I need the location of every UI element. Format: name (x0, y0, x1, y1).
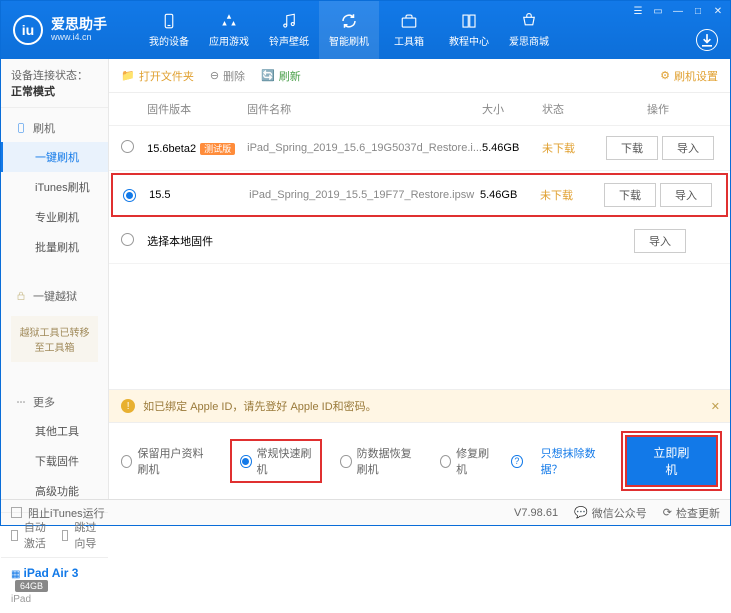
close-icon[interactable]: ✕ (711, 400, 720, 413)
close-icon[interactable]: ✕ (712, 5, 724, 17)
maximize-icon[interactable]: □ (692, 5, 704, 17)
mode-repair[interactable]: 修复刷机 (440, 445, 493, 477)
logo-icon: iu (13, 15, 43, 45)
app-icon (220, 12, 238, 30)
logo: iu 爱思助手 www.i4.cn (1, 15, 119, 45)
delete-icon: ⊖ (210, 69, 219, 82)
more-icon (15, 396, 27, 408)
update-icon: ⟳ (663, 506, 672, 519)
table-header: 固件版本 固件名称 大小 状态 操作 (109, 93, 730, 126)
mode-anti-recovery[interactable]: 防数据恢复刷机 (340, 445, 422, 477)
block-itunes-checkbox[interactable] (11, 507, 22, 518)
sidebar-item-download[interactable]: 下载固件 (1, 446, 108, 476)
auto-activate-checkbox[interactable] (11, 530, 18, 541)
phone-icon (160, 12, 178, 30)
beta-tag: 测试版 (200, 143, 235, 155)
nav-apps[interactable]: 应用游戏 (199, 1, 259, 59)
flash-icon (15, 122, 27, 134)
device-icon: ▦ (11, 569, 20, 580)
cart-icon (520, 12, 538, 30)
sidebar-item-other[interactable]: 其他工具 (1, 416, 108, 446)
main-nav: 我的设备 应用游戏 铃声壁纸 智能刷机 工具箱 教程中心 爱思商城 (139, 1, 559, 59)
titlebar: iu 爱思助手 www.i4.cn 我的设备 应用游戏 铃声壁纸 智能刷机 工具… (1, 1, 730, 59)
lock-icon (15, 290, 27, 302)
sidebar-hdr-more[interactable]: 更多 (1, 388, 108, 416)
connection-status: 设备连接状态：正常模式 (1, 59, 108, 108)
skip-guide-checkbox[interactable] (62, 530, 69, 541)
main-panel: 📁打开文件夹 ⊖删除 🔄刷新 ⚙刷机设置 固件版本 固件名称 大小 状态 操作 … (109, 59, 730, 499)
refresh-icon: 🔄 (261, 69, 275, 82)
help-icon[interactable]: ? (511, 455, 522, 468)
flash-modes: 保留用户资料刷机 常规快速刷机 防数据恢复刷机 修复刷机 ? 只想抹除数据？ 立… (109, 422, 730, 499)
wechat-icon: 💬 (574, 506, 588, 519)
sidebar-item-batch[interactable]: 批量刷机 (1, 232, 108, 262)
local-firmware-row[interactable]: 选择本地固件 导入 (109, 219, 730, 264)
download-icon[interactable] (696, 29, 718, 51)
menu-icon[interactable]: ☰ (632, 5, 644, 17)
flash-now-button[interactable]: 立即刷机 (625, 435, 718, 487)
import-button[interactable]: 导入 (660, 183, 712, 207)
sidebar-item-itunes[interactable]: iTunes刷机 (1, 172, 108, 202)
table-row[interactable]: 15.6beta2测试版 iPad_Spring_2019_15.6_19G50… (109, 126, 730, 171)
toolbox-icon (400, 12, 418, 30)
storage-badge: 64GB (15, 580, 48, 592)
nav-store[interactable]: 爱思商城 (499, 1, 559, 59)
nav-toolbox[interactable]: 工具箱 (379, 1, 439, 59)
skin-icon[interactable]: ▭ (652, 5, 664, 17)
mode-normal[interactable]: 常规快速刷机 (230, 439, 322, 483)
device-info[interactable]: ▦ iPad Air 3 64GB iPad (1, 557, 108, 613)
erase-link[interactable]: 只想抹除数据？ (541, 445, 607, 477)
nav-ringtone[interactable]: 铃声壁纸 (259, 1, 319, 59)
sidebar-item-pro[interactable]: 专业刷机 (1, 202, 108, 232)
mode-keep-data[interactable]: 保留用户资料刷机 (121, 445, 212, 477)
refresh-icon (340, 12, 358, 30)
sidebar-hdr-flash[interactable]: 刷机 (1, 114, 108, 142)
book-icon (460, 12, 478, 30)
table-row[interactable]: 15.5 iPad_Spring_2019_15.5_19F77_Restore… (111, 173, 728, 217)
row-radio[interactable] (121, 140, 134, 153)
jailbreak-notice: 越狱工具已转移至工具箱 (11, 316, 98, 362)
minimize-icon[interactable]: — (672, 5, 684, 17)
row-radio[interactable] (123, 189, 136, 202)
window-controls: ☰ ▭ — □ ✕ (632, 5, 724, 17)
delete-button[interactable]: ⊖删除 (210, 68, 245, 84)
import-button[interactable]: 导入 (662, 136, 714, 160)
warning-icon: ! (121, 399, 135, 413)
flash-settings-button[interactable]: ⚙刷机设置 (660, 68, 718, 84)
appleid-notice: ! 如已绑定 Apple ID，请先登好 Apple ID和密码。 ✕ (109, 389, 730, 422)
nav-flash[interactable]: 智能刷机 (319, 1, 379, 59)
version-label: V7.98.61 (514, 505, 558, 521)
download-button[interactable]: 下载 (604, 183, 656, 207)
nav-tutorial[interactable]: 教程中心 (439, 1, 499, 59)
wechat-link[interactable]: 💬微信公众号 (574, 505, 647, 521)
brand-url: www.i4.cn (51, 32, 92, 42)
row-radio[interactable] (121, 233, 134, 246)
sidebar-item-oneclick[interactable]: 一键刷机 (1, 142, 108, 172)
nav-my-device[interactable]: 我的设备 (139, 1, 199, 59)
toolbar: 📁打开文件夹 ⊖删除 🔄刷新 ⚙刷机设置 (109, 59, 730, 93)
import-button[interactable]: 导入 (634, 229, 686, 253)
sidebar-hdr-jailbreak[interactable]: 一键越狱 (1, 282, 108, 310)
refresh-button[interactable]: 🔄刷新 (261, 68, 301, 84)
sidebar: 设备连接状态：正常模式 刷机 一键刷机 iTunes刷机 专业刷机 批量刷机 一… (1, 59, 109, 499)
open-folder-button[interactable]: 📁打开文件夹 (121, 68, 194, 84)
footer: 阻止iTunes运行 V7.98.61 💬微信公众号 ⟳检查更新 (1, 499, 730, 525)
folder-icon: 📁 (121, 69, 135, 82)
download-button[interactable]: 下载 (606, 136, 658, 160)
update-link[interactable]: ⟳检查更新 (663, 505, 720, 521)
brand-name: 爱思助手 (51, 17, 107, 31)
sidebar-item-advanced[interactable]: 高级功能 (1, 476, 108, 506)
music-icon (280, 12, 298, 30)
gear-icon: ⚙ (660, 69, 670, 82)
